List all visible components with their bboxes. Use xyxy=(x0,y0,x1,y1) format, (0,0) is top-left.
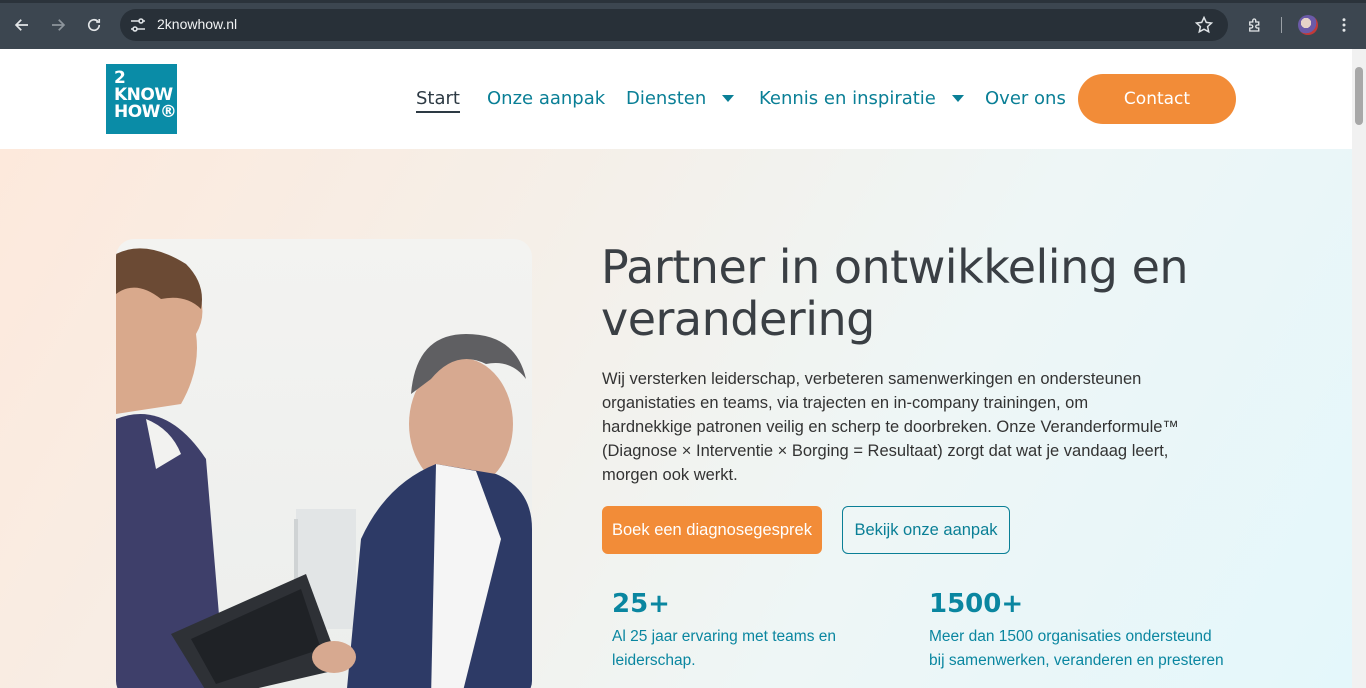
stat-description: Al 25 jaar ervaring met teams en leiders… xyxy=(612,628,836,669)
toolbar-separator xyxy=(1281,17,1282,33)
forward-arrow-icon[interactable] xyxy=(46,13,70,37)
star-icon[interactable] xyxy=(1194,15,1214,35)
more-vert-icon[interactable] xyxy=(1332,13,1356,37)
contact-button[interactable]: Contact xyxy=(1078,74,1236,124)
stat-number: 25+ xyxy=(612,589,670,619)
nav-over-ons[interactable]: Over ons xyxy=(985,88,1066,109)
hero-section: Partner in ontwikkeling en verandering W… xyxy=(0,149,1352,688)
book-diagnosis-button[interactable]: Boek een diagnosegesprek xyxy=(602,506,822,554)
url-text[interactable]: 2knowhow.nl xyxy=(157,16,237,32)
tune-icon[interactable] xyxy=(128,15,148,35)
chevron-down-icon[interactable] xyxy=(951,95,964,102)
tab-strip-edge xyxy=(0,0,1366,3)
stat-organisations: 1500+ Meer dan 1500 organisaties onderst… xyxy=(929,589,1229,673)
nav-label: Diensten xyxy=(626,88,707,109)
view-approach-button[interactable]: Bekijk onze aanpak xyxy=(842,506,1010,554)
nav-onze-aanpak[interactable]: Onze aanpak xyxy=(487,88,605,109)
stat-number: 1500+ xyxy=(929,589,1024,619)
chevron-down-icon[interactable] xyxy=(722,95,735,102)
site-logo[interactable]: 2 KNOW HOW® xyxy=(106,64,177,134)
web-page: 2 KNOW HOW® Start Onze aanpak Diensten K… xyxy=(0,49,1352,688)
nav-label: Start xyxy=(416,88,460,113)
nav-kennis-en-inspiratie[interactable]: Kennis en inspiratie xyxy=(759,88,964,109)
stat-description: Meer dan 1500 organisaties ondersteund b… xyxy=(929,628,1224,669)
hero-title: Partner in ontwikkeling en verandering xyxy=(601,240,1189,346)
stat-experience: 25+ Al 25 jaar ervaring met teams en lei… xyxy=(612,589,882,673)
nav-diensten[interactable]: Diensten xyxy=(626,88,735,109)
page-scrollbar[interactable] xyxy=(1352,49,1366,688)
site-header: 2 KNOW HOW® Start Onze aanpak Diensten K… xyxy=(0,49,1352,149)
nav-label: Kennis en inspiratie xyxy=(759,88,936,109)
hero-photo xyxy=(116,239,532,688)
scrollbar-thumb[interactable] xyxy=(1355,67,1363,125)
hero-description: Wij versterken leiderschap, verbeteren s… xyxy=(602,370,1179,484)
nav-start[interactable]: Start xyxy=(416,88,460,113)
nav-label: Onze aanpak xyxy=(487,88,606,109)
puzzle-icon[interactable] xyxy=(1243,13,1267,37)
logo-line: HOW® xyxy=(114,102,177,122)
browser-toolbar: 2knowhow.nl xyxy=(0,0,1366,49)
back-arrow-icon[interactable] xyxy=(10,13,34,37)
reload-icon[interactable] xyxy=(82,13,106,37)
address-bar[interactable]: 2knowhow.nl xyxy=(120,9,1228,41)
nav-label: Over ons xyxy=(985,88,1066,109)
profile-avatar[interactable] xyxy=(1298,15,1318,35)
